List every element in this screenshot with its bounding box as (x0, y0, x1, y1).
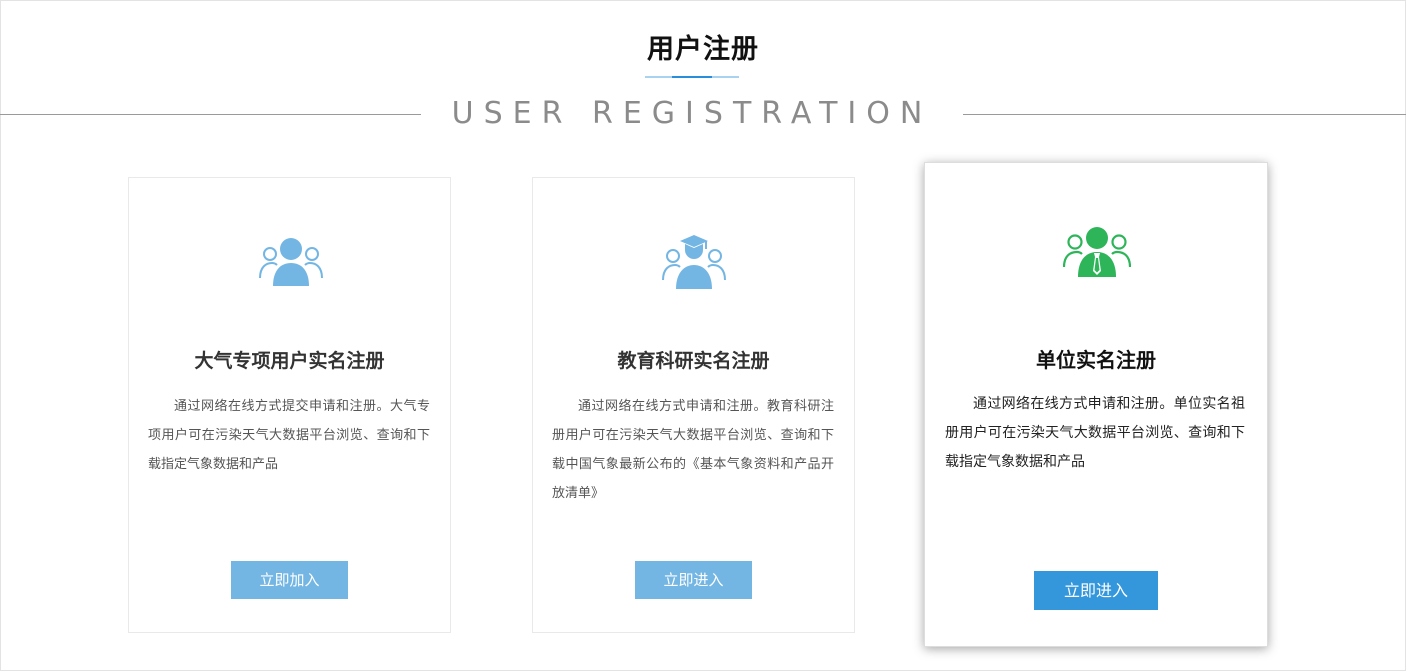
enter-button[interactable]: 立即进入 (1034, 571, 1158, 610)
business-group-icon (1063, 227, 1131, 277)
enter-button[interactable]: 立即进入 (635, 561, 752, 599)
subtitle-divider-right (963, 114, 1406, 115)
card-atmospheric-registration: 大气专项用户实名注册 通过网络在线方式提交申请和注册。大气专项用户可在污染天气大… (128, 177, 451, 633)
join-button[interactable]: 立即加入 (231, 561, 348, 599)
card-description: 通过网络在线方式申请和注册。教育科研注册用户可在污染天气大数据平台浏览、查询和下… (552, 399, 834, 501)
page-subtitle: USER REGISTRATION (451, 96, 933, 131)
card-description: 通过网络在线方式申请和注册。单位实名祖册用户可在污染天气大数据平台浏览、查询和下… (945, 396, 1245, 470)
subtitle-divider-left (0, 114, 421, 115)
card-description: 通过网络在线方式提交申请和注册。大气专项用户可在污染天气大数据平台浏览、查询和下… (148, 399, 430, 472)
title-underline-accent (672, 76, 712, 78)
user-group-icon (259, 238, 323, 286)
card-title: 单位实名注册 (1036, 348, 1156, 372)
card-title: 大气专项用户实名注册 (194, 350, 385, 372)
page-title: 用户注册 (647, 34, 759, 65)
graduate-group-icon (662, 235, 726, 289)
card-organization-registration: 单位实名注册 通过网络在线方式申请和注册。单位实名祖册用户可在污染天气大数据平台… (924, 162, 1268, 647)
card-education-registration: 教育科研实名注册 通过网络在线方式申请和注册。教育科研注册用户可在污染天气大数据… (532, 177, 855, 633)
card-title: 教育科研实名注册 (617, 350, 770, 372)
